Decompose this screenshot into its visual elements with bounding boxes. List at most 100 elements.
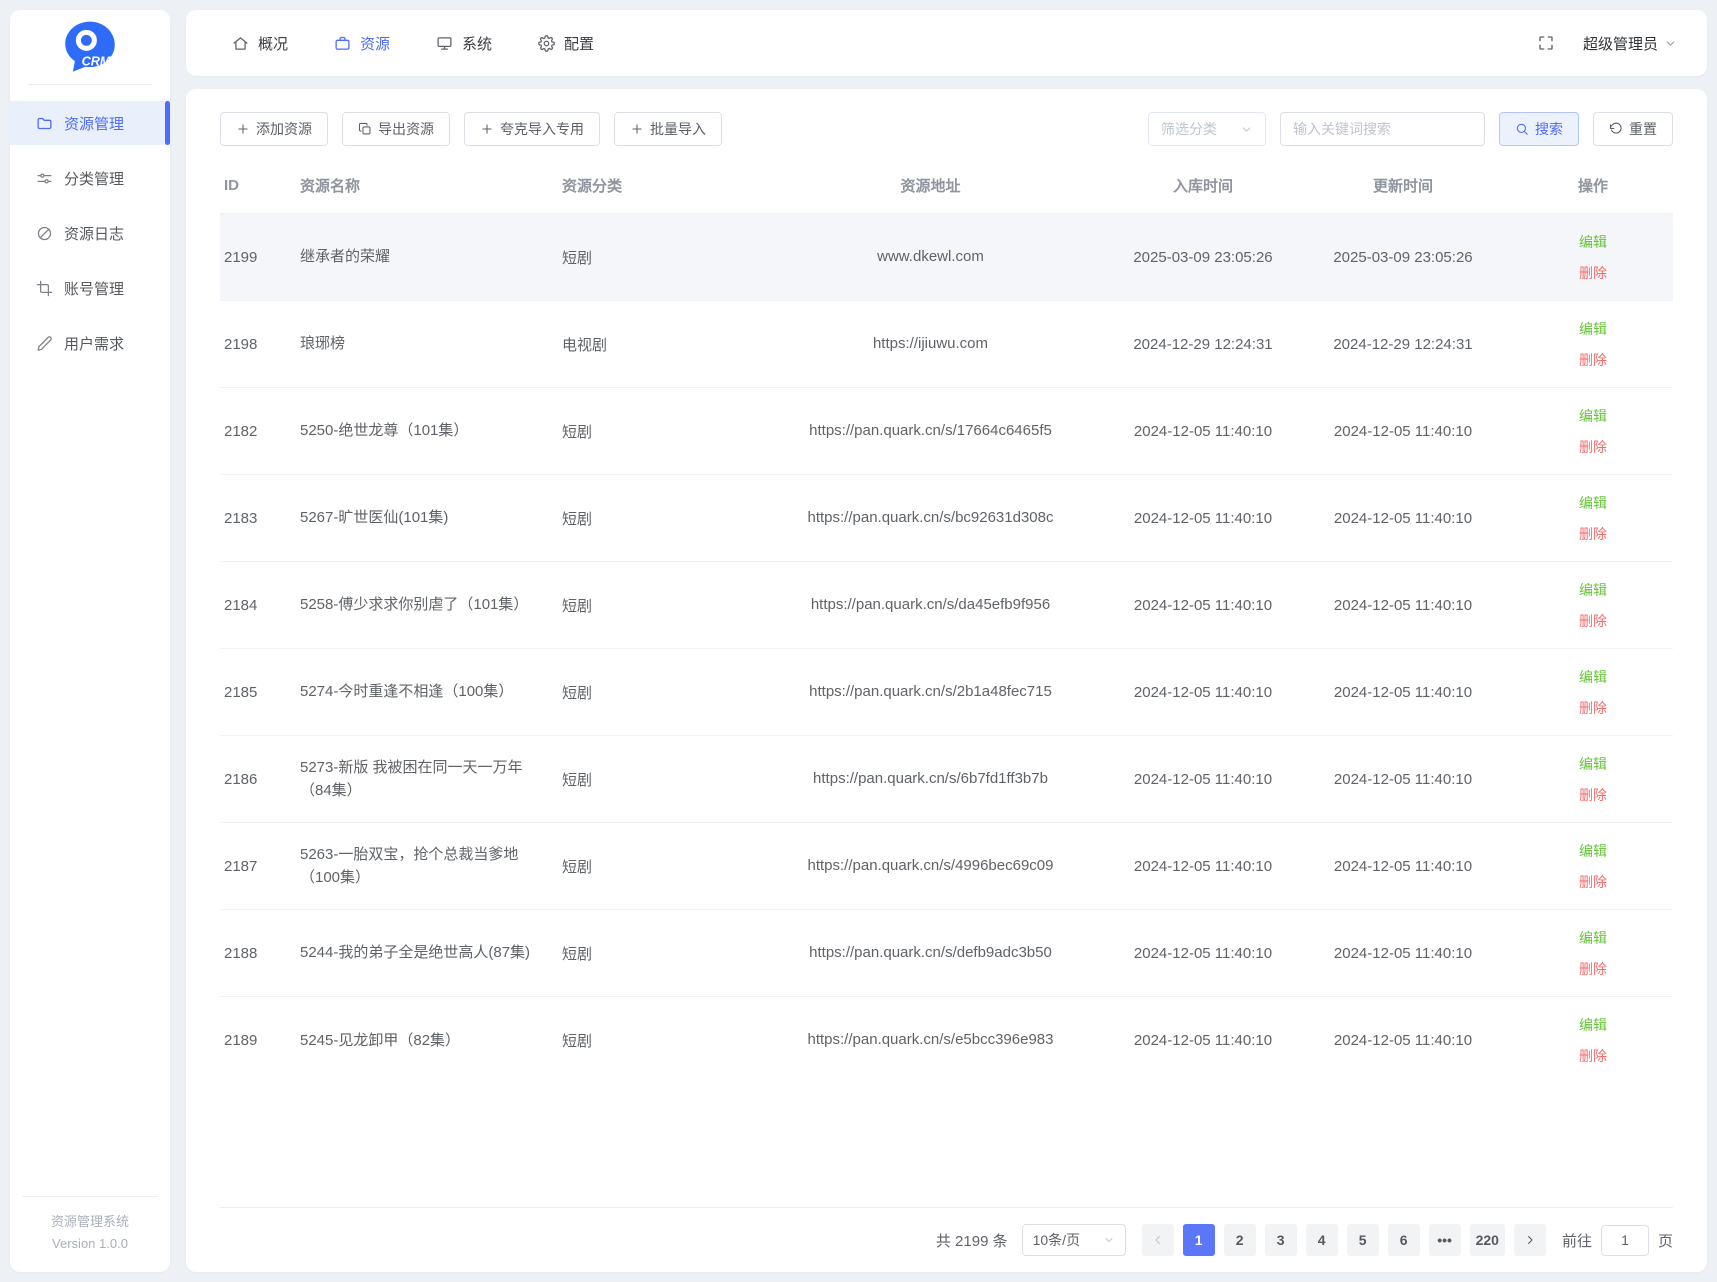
- table-header-row: ID资源名称资源分类资源地址入库时间更新时间操作: [220, 156, 1673, 214]
- tab-overview[interactable]: 概况: [232, 33, 288, 54]
- page-button-2[interactable]: 2: [1224, 1224, 1256, 1256]
- sidebar-item-resource-management[interactable]: 资源管理: [10, 101, 170, 145]
- delete-link[interactable]: 删除: [1503, 698, 1673, 718]
- page-button-1[interactable]: 1: [1183, 1224, 1215, 1256]
- delete-link[interactable]: 删除: [1503, 872, 1673, 892]
- version-label: Version 1.0.0: [22, 1233, 158, 1256]
- sidebar-item-category-management[interactable]: 分类管理: [10, 156, 170, 200]
- cell-name: 5267-旷世医仙(101集): [300, 475, 562, 562]
- page-button-5[interactable]: 5: [1347, 1224, 1379, 1256]
- edit-link[interactable]: 编辑: [1503, 406, 1673, 426]
- toolbar-buttons: 添加资源 导出资源 夸克导入专用批量导入: [220, 112, 722, 146]
- sidebar-item-label: 用户需求: [64, 333, 124, 354]
- edit-link[interactable]: 编辑: [1503, 754, 1673, 774]
- delete-link[interactable]: 删除: [1503, 959, 1673, 979]
- page: CRM 资源管理分类管理资源日志账号管理用户需求 资源管理系统 Version …: [0, 0, 1717, 1282]
- cell-updated_at: 2025-03-09 23:05:26: [1303, 214, 1503, 301]
- tab-resources[interactable]: 资源: [334, 33, 390, 54]
- edit-link[interactable]: 编辑: [1503, 667, 1673, 687]
- page-button-6[interactable]: 6: [1388, 1224, 1420, 1256]
- export-resource-button[interactable]: 导出资源: [342, 112, 450, 146]
- table-row: 21825250-绝世龙尊（101集）短剧https://pan.quark.c…: [220, 388, 1673, 475]
- reset-button[interactable]: 重置: [1593, 112, 1673, 146]
- edit-link[interactable]: 编辑: [1503, 319, 1673, 339]
- total-count-label: 共 2199 条: [936, 1230, 1008, 1251]
- user-name: 超级管理员: [1583, 33, 1658, 54]
- folder-icon: [36, 115, 53, 132]
- pagination: 共 2199 条 10条/页 123456•••220 前往: [220, 1208, 1673, 1272]
- column-header: ID: [220, 156, 300, 214]
- cell-created_at: 2024-12-05 11:40:10: [1103, 649, 1303, 736]
- cell-updated_at: 2024-12-05 11:40:10: [1303, 823, 1503, 910]
- column-header: 入库时间: [1103, 156, 1303, 214]
- edit-link[interactable]: 编辑: [1503, 232, 1673, 252]
- quark-import-button[interactable]: 夸克导入专用: [464, 112, 600, 146]
- keyword-search-input[interactable]: [1280, 112, 1485, 146]
- cell-id: 2185: [220, 649, 300, 736]
- page-button-4[interactable]: 4: [1306, 1224, 1338, 1256]
- page-button-3[interactable]: 3: [1265, 1224, 1297, 1256]
- sidebar-item-resource-log[interactable]: 资源日志: [10, 211, 170, 255]
- delete-link[interactable]: 删除: [1503, 785, 1673, 805]
- edit-link[interactable]: 编辑: [1503, 841, 1673, 861]
- add-resource-button[interactable]: 添加资源: [220, 112, 328, 146]
- table-row: 21855274-今时重逢不相逢（100集）短剧https://pan.quar…: [220, 649, 1673, 736]
- cell-actions: 编辑删除: [1503, 562, 1673, 649]
- user-menu[interactable]: 超级管理员: [1583, 33, 1677, 54]
- fullscreen-icon[interactable]: [1537, 34, 1555, 52]
- cell-actions: 编辑删除: [1503, 997, 1673, 1084]
- page-size-value: 10条/页: [1033, 1230, 1080, 1250]
- sidebar-nav: 资源管理分类管理资源日志账号管理用户需求: [10, 101, 170, 365]
- category-filter-select[interactable]: 筛选分类: [1148, 112, 1266, 146]
- gear-icon: [538, 35, 555, 52]
- tab-config[interactable]: 配置: [538, 33, 594, 54]
- delete-link[interactable]: 删除: [1503, 437, 1673, 457]
- delete-link[interactable]: 删除: [1503, 611, 1673, 631]
- resource-url: https://pan.quark.cn/s/e5bcc396e983: [807, 1029, 1053, 1052]
- goto-suffix-label: 页: [1658, 1230, 1673, 1251]
- sidebar-item-account-management[interactable]: 账号管理: [10, 266, 170, 310]
- resource-table: ID资源名称资源分类资源地址入库时间更新时间操作 2199继承者的荣耀短剧www…: [220, 156, 1673, 1084]
- goto-page: 前往 页: [1562, 1225, 1673, 1256]
- cell-actions: 编辑删除: [1503, 301, 1673, 388]
- more-pages-button[interactable]: •••: [1429, 1224, 1461, 1256]
- tab-label: 配置: [564, 33, 594, 54]
- delete-link[interactable]: 删除: [1503, 524, 1673, 544]
- tab-label: 资源: [360, 33, 390, 54]
- page-size-select[interactable]: 10条/页: [1022, 1224, 1126, 1256]
- tab-system[interactable]: 系统: [436, 33, 492, 54]
- delete-link[interactable]: 删除: [1503, 350, 1673, 370]
- resource-url: https://pan.quark.cn/s/defb9adc3b50: [809, 942, 1052, 965]
- cell-category: 短剧: [562, 214, 758, 301]
- column-header: 资源地址: [758, 156, 1103, 214]
- sidebar-item-user-requests[interactable]: 用户需求: [10, 321, 170, 365]
- sidebar-item-label: 分类管理: [64, 168, 124, 189]
- button-label: 导出资源: [378, 119, 434, 139]
- cell-actions: 编辑删除: [1503, 823, 1673, 910]
- edit-link[interactable]: 编辑: [1503, 1015, 1673, 1035]
- goto-page-input[interactable]: [1601, 1225, 1649, 1256]
- cell-name: 5274-今时重逢不相逢（100集）: [300, 649, 562, 736]
- logo-text: CRM: [82, 55, 111, 69]
- edit-link[interactable]: 编辑: [1503, 580, 1673, 600]
- edit-link[interactable]: 编辑: [1503, 928, 1673, 948]
- system-name: 资源管理系统: [22, 1211, 158, 1234]
- prev-page-button[interactable]: [1142, 1224, 1174, 1256]
- batch-import-button[interactable]: 批量导入: [614, 112, 722, 146]
- search-button[interactable]: 搜索: [1499, 112, 1579, 146]
- cell-category: 短剧: [562, 910, 758, 997]
- cell-name: 5273-新版 我被困在同一天一万年（84集）: [300, 736, 562, 823]
- cell-created_at: 2024-12-05 11:40:10: [1103, 475, 1303, 562]
- app-logo: CRM: [10, 10, 170, 84]
- cell-created_at: 2025-03-09 23:05:26: [1103, 214, 1303, 301]
- edit-link[interactable]: 编辑: [1503, 493, 1673, 513]
- delete-link[interactable]: 删除: [1503, 263, 1673, 283]
- next-page-button[interactable]: [1514, 1224, 1546, 1256]
- cell-id: 2183: [220, 475, 300, 562]
- delete-link[interactable]: 删除: [1503, 1046, 1673, 1066]
- table-body: 2199继承者的荣耀短剧www.dkewl.com2025-03-09 23:0…: [220, 214, 1673, 1084]
- cell-category: 短剧: [562, 562, 758, 649]
- cell-actions: 编辑删除: [1503, 388, 1673, 475]
- page-button-220[interactable]: 220: [1470, 1224, 1505, 1256]
- cell-actions: 编辑删除: [1503, 736, 1673, 823]
